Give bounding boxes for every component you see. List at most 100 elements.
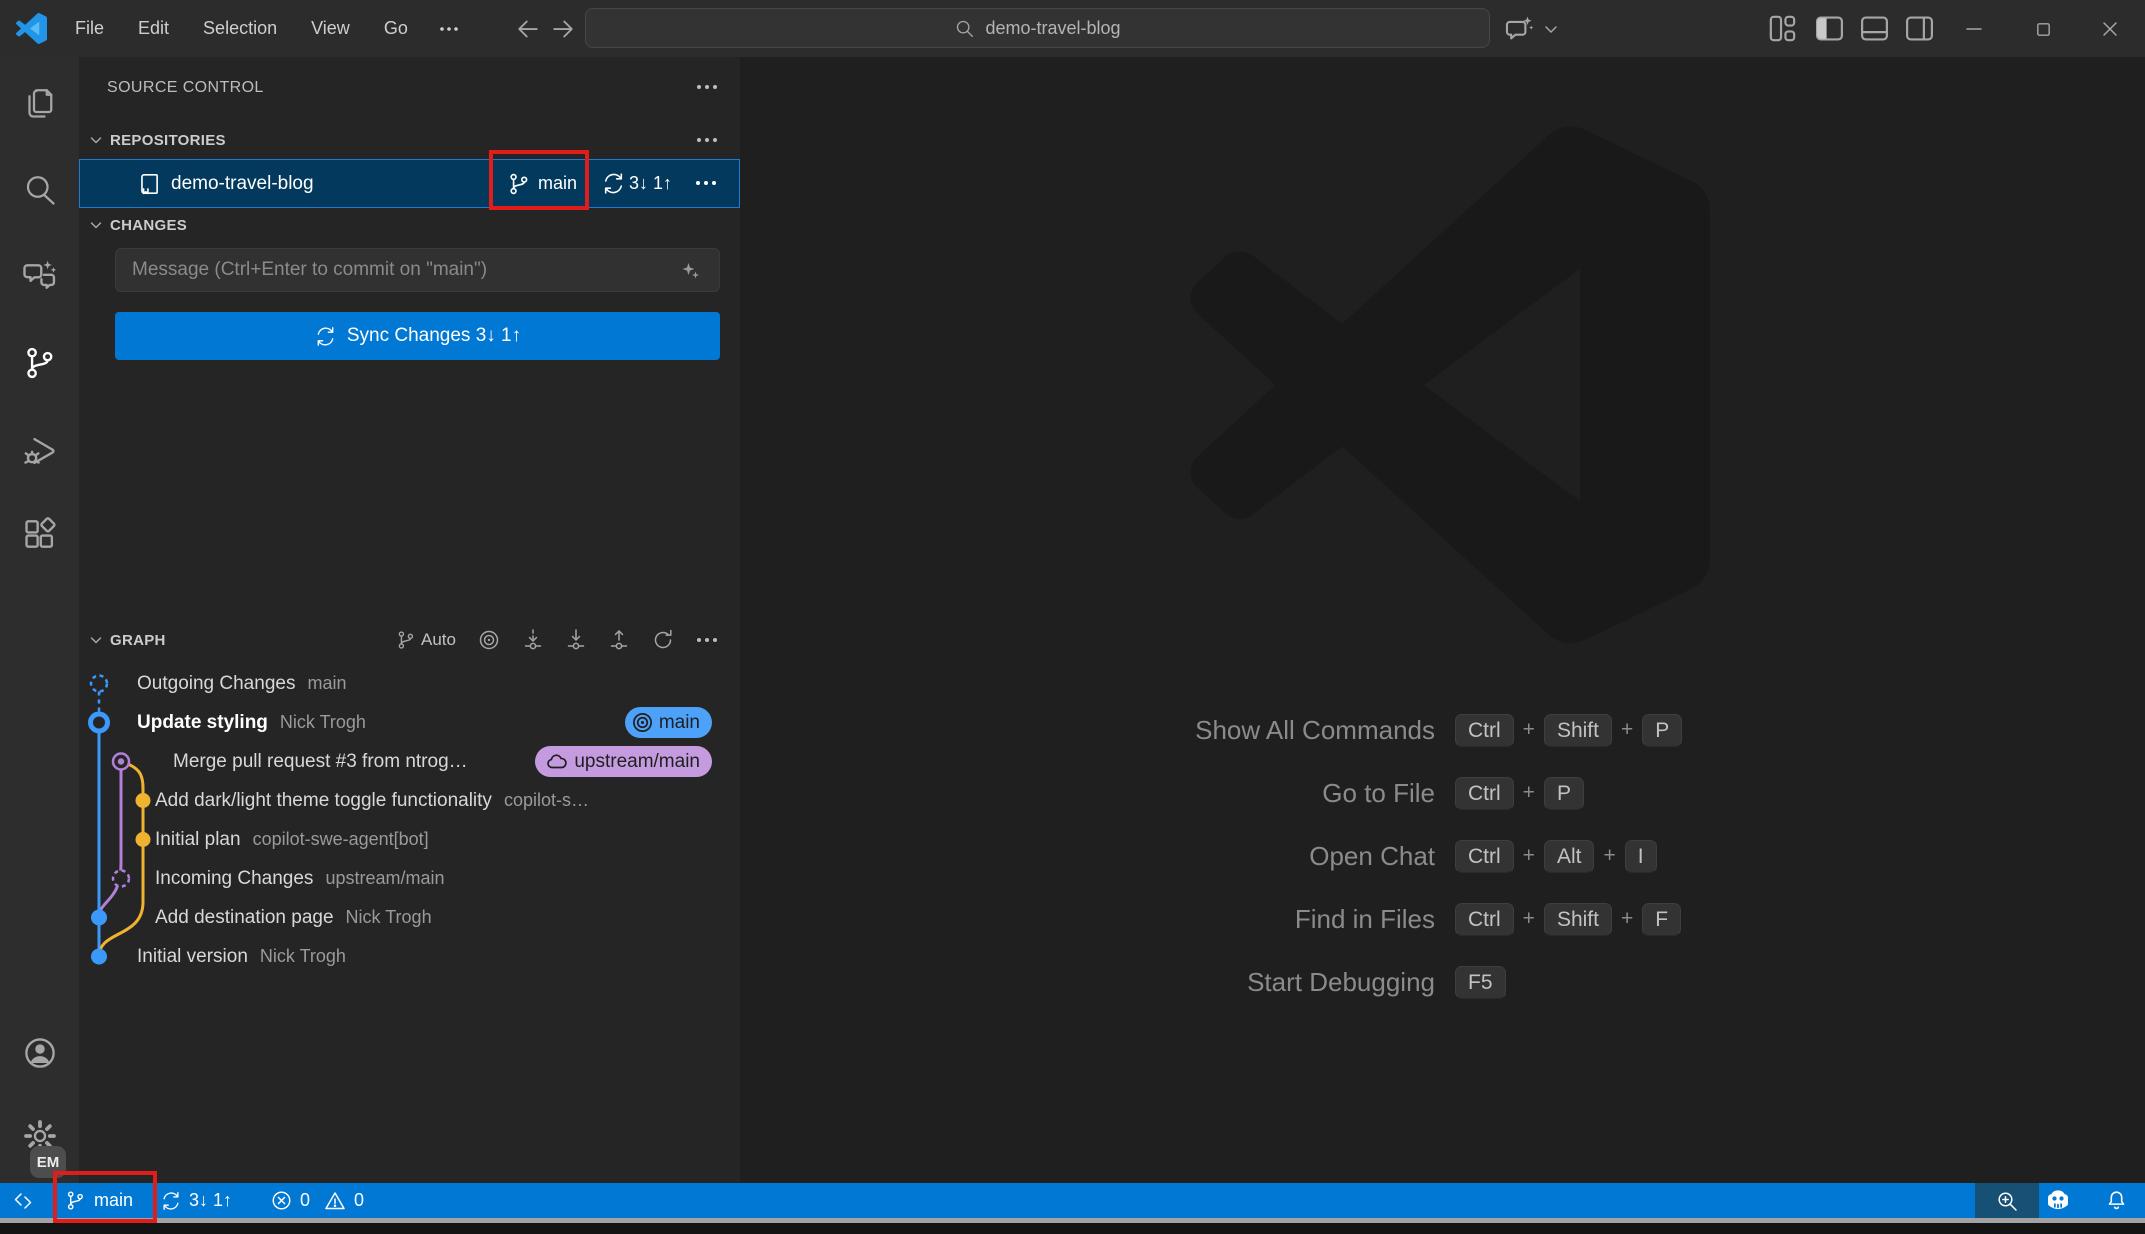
graph-row-theme-toggle[interactable]: Add dark/light theme toggle functionalit… xyxy=(79,781,740,820)
git-branch-icon xyxy=(395,629,417,651)
keycap: P xyxy=(1544,777,1584,810)
warning-icon xyxy=(323,1189,347,1213)
graph-ref-picker[interactable]: Auto xyxy=(395,629,456,651)
sidebar-title: SOURCE CONTROL xyxy=(107,79,264,97)
sync-icon xyxy=(314,325,337,348)
keycap: F xyxy=(1642,903,1681,936)
chat-icon[interactable] xyxy=(0,239,79,309)
toggle-panel-icon[interactable] xyxy=(1857,11,1892,46)
target-icon xyxy=(631,711,654,734)
sync-icon xyxy=(160,1190,182,1212)
copilot-chat-icon[interactable] xyxy=(1502,12,1536,46)
keycap: Shift xyxy=(1544,903,1612,936)
navigate-forward-icon[interactable] xyxy=(548,14,578,44)
watermark-shortcut-row: Go to File Ctrl + P xyxy=(740,773,2145,813)
branch-badge-upstream-main[interactable]: upstream/main xyxy=(535,746,712,777)
keycap: Shift xyxy=(1544,714,1612,747)
chevron-down-icon[interactable] xyxy=(1543,23,1559,35)
error-icon xyxy=(270,1189,293,1212)
sync-changes-button[interactable]: Sync Changes 3↓ 1↑ xyxy=(115,312,720,360)
toggle-primary-sidebar-icon[interactable] xyxy=(1812,11,1847,46)
keycap: P xyxy=(1642,714,1682,747)
branch-badge-main[interactable]: main xyxy=(625,707,712,738)
graph-row-initial-version[interactable]: Initial version Nick Trogh xyxy=(79,937,740,976)
graph-row-merge[interactable]: Merge pull request #3 from ntrog… upstre… xyxy=(79,742,740,781)
git-branch-icon xyxy=(506,171,532,197)
command-center-text: demo-travel-blog xyxy=(985,18,1120,39)
keycap: Alt xyxy=(1544,840,1595,873)
statusbar-sync-item[interactable]: 3↓ 1↑ xyxy=(160,1183,232,1218)
graph-target-icon[interactable] xyxy=(477,628,501,652)
refresh-icon[interactable] xyxy=(651,628,675,652)
keycap: Ctrl xyxy=(1455,903,1514,936)
statusbar-zoom-item[interactable] xyxy=(1975,1183,2039,1218)
notifications-bell-icon[interactable] xyxy=(2104,1183,2129,1218)
keycap: Ctrl xyxy=(1455,777,1514,810)
remote-indicator-icon[interactable] xyxy=(12,1183,36,1218)
menu-edit[interactable]: Edit xyxy=(121,12,186,45)
graph-row-initial-plan[interactable]: Initial plan copilot-swe-agent[bot] xyxy=(79,820,740,859)
git-fetch-icon[interactable] xyxy=(522,627,544,653)
repositories-more-actions-icon[interactable] xyxy=(696,137,718,143)
git-pull-icon[interactable] xyxy=(565,627,587,653)
git-push-icon[interactable] xyxy=(608,627,630,653)
keycap: Ctrl xyxy=(1455,714,1514,747)
menu-bar: File Edit Selection View Go xyxy=(58,0,473,57)
menu-view[interactable]: View xyxy=(294,12,367,45)
cloud-icon xyxy=(545,750,569,774)
vscode-watermark-logo xyxy=(1190,125,1710,645)
minimize-button[interactable] xyxy=(1955,10,1993,48)
menu-file[interactable]: File xyxy=(58,12,121,45)
sync-icon[interactable] xyxy=(601,171,626,196)
zoom-in-icon xyxy=(1995,1189,2019,1213)
screen-bottom-strip xyxy=(0,1223,2145,1234)
title-bar: File Edit Selection View Go demo-travel-… xyxy=(0,0,2145,57)
graph-row-outgoing[interactable]: Outgoing Changes main xyxy=(79,664,740,703)
repo-branch-label[interactable]: main xyxy=(538,173,577,194)
settings-profile-badge: EM xyxy=(30,1146,66,1178)
search-icon xyxy=(954,18,975,39)
status-bar: main 3↓ 1↑ 0 0 xyxy=(0,1183,2145,1218)
navigate-back-icon[interactable] xyxy=(513,14,543,44)
maximize-button[interactable] xyxy=(2024,10,2062,48)
repositories-section-header[interactable]: REPOSITORIES xyxy=(79,126,740,154)
graph-more-actions-icon[interactable] xyxy=(696,637,718,643)
statusbar-branch-item[interactable]: main xyxy=(64,1183,133,1218)
close-button[interactable] xyxy=(2091,10,2129,48)
watermark-shortcut-row: Start Debugging F5 xyxy=(740,962,2145,1002)
vscode-logo-icon xyxy=(16,13,47,44)
watermark-shortcut-row: Open Chat Ctrl + Alt + I xyxy=(740,836,2145,876)
graph-row-destination-page[interactable]: Add destination page Nick Trogh xyxy=(79,898,740,937)
generate-commit-message-sparkle-icon[interactable] xyxy=(679,259,703,283)
source-control-icon[interactable] xyxy=(0,328,79,398)
source-control-sidebar: SOURCE CONTROL REPOSITORIES demo- xyxy=(79,57,740,1183)
extensions-icon[interactable] xyxy=(0,499,79,569)
graph-row-incoming[interactable]: Incoming Changes upstream/main xyxy=(79,859,740,898)
statusbar-problems-item[interactable]: 0 0 xyxy=(270,1183,364,1218)
watermark-shortcut-row: Find in Files Ctrl + Shift + F xyxy=(740,899,2145,939)
menu-more-icon[interactable] xyxy=(425,19,473,39)
source-control-more-actions-icon[interactable] xyxy=(696,84,718,90)
git-branch-icon xyxy=(64,1189,87,1212)
customize-layout-icon[interactable] xyxy=(1765,11,1800,46)
changes-section-header[interactable]: CHANGES xyxy=(79,211,740,239)
chevron-down-icon xyxy=(88,632,104,648)
graph-section-header[interactable]: GRAPH Auto xyxy=(79,622,740,658)
command-center-search[interactable]: demo-travel-blog xyxy=(585,8,1490,48)
repository-row[interactable]: demo-travel-blog main 3↓ 1↑ xyxy=(79,159,740,208)
menu-selection[interactable]: Selection xyxy=(186,12,294,45)
explorer-icon[interactable] xyxy=(0,68,79,138)
toggle-secondary-sidebar-icon[interactable] xyxy=(1902,11,1937,46)
activity-bar: EM xyxy=(0,57,79,1183)
graph-row-commit[interactable]: Update styling Nick Trogh main xyxy=(79,703,740,742)
search-sidebar-icon[interactable] xyxy=(0,155,79,225)
menu-go[interactable]: Go xyxy=(367,12,425,45)
repository-more-actions-icon[interactable] xyxy=(695,180,717,186)
run-debug-icon[interactable] xyxy=(0,416,79,486)
keycap: F5 xyxy=(1455,966,1506,999)
keycap: Ctrl xyxy=(1455,840,1514,873)
vscode-window: File Edit Selection View Go demo-travel-… xyxy=(0,0,2145,1234)
commit-message-input[interactable] xyxy=(115,248,720,292)
account-icon[interactable] xyxy=(0,1018,79,1088)
copilot-status-icon[interactable] xyxy=(2043,1183,2073,1218)
